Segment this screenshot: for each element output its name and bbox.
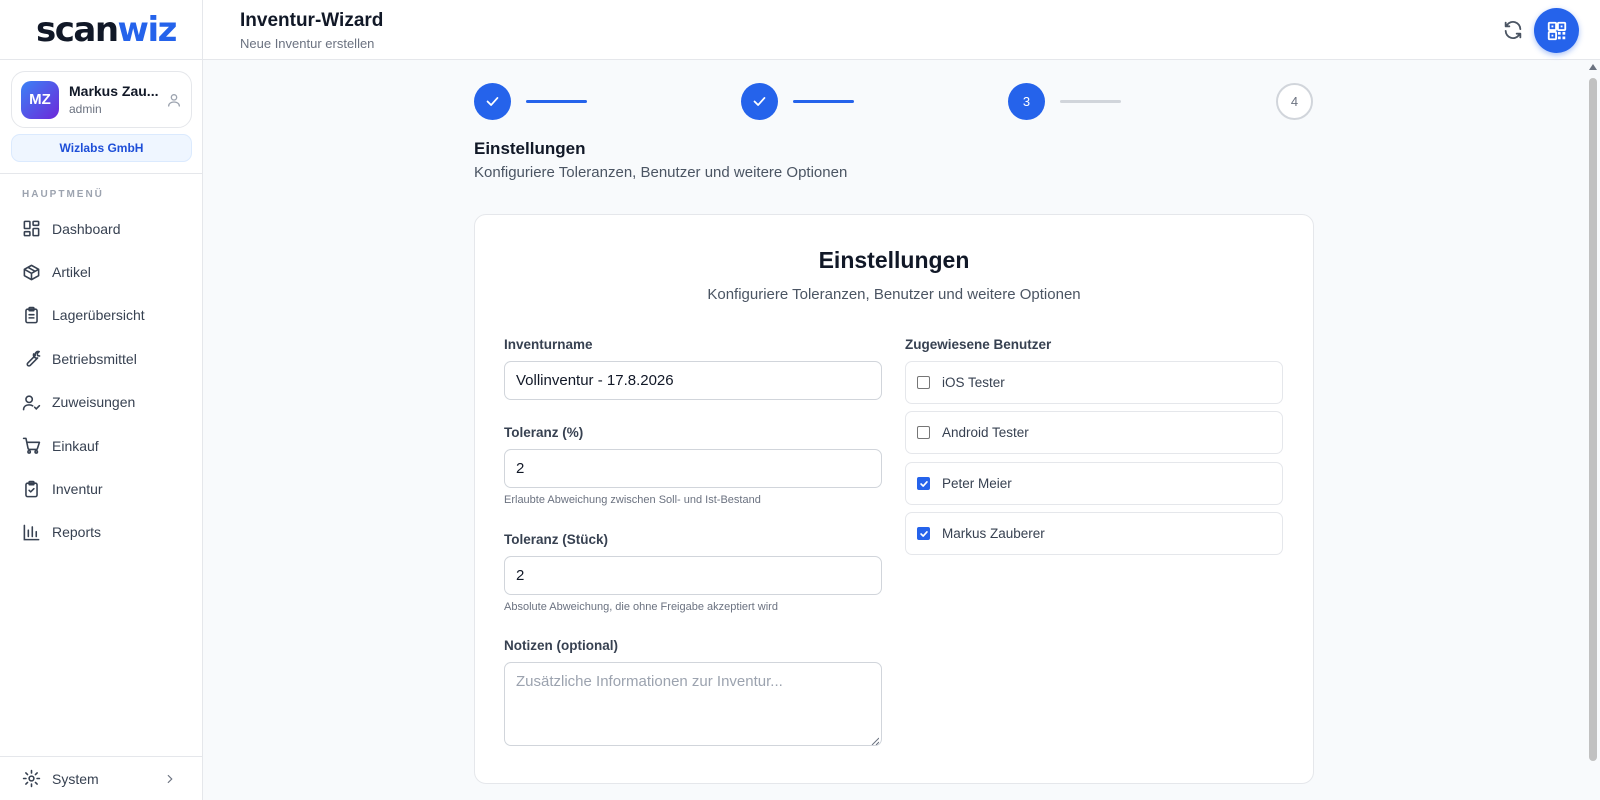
- scroll-up-arrow-icon[interactable]: [1589, 64, 1597, 70]
- qr-code-icon: [1547, 21, 1566, 40]
- section-title: Einstellungen: [474, 139, 586, 158]
- check-icon: [919, 480, 928, 487]
- step-connector: [1060, 100, 1121, 103]
- checkbox-checked[interactable]: [917, 527, 930, 540]
- inventory-name-label: Inventurname: [504, 337, 593, 352]
- user-name: Markus Zau...: [69, 83, 159, 99]
- user-option-label: Peter Meier: [942, 476, 1012, 491]
- sidebar-item-inventur[interactable]: Inventur: [0, 467, 203, 510]
- user-option-label: Markus Zauberer: [942, 526, 1045, 541]
- wrench-icon: [26, 351, 41, 367]
- assigned-users-label: Zugewiesene Benutzer: [905, 337, 1052, 352]
- tolerance-percent-input[interactable]: [504, 449, 882, 488]
- scanwiz-logo[interactable]: scan wiz: [0, 0, 202, 60]
- notes-textarea[interactable]: [504, 662, 882, 746]
- page-scrollbar[interactable]: [1586, 60, 1600, 800]
- sidebar-item-label: Betriebsmittel: [52, 350, 137, 367]
- dashboard-icon: [23, 220, 40, 237]
- sidebar-item-artikel[interactable]: Artikel: [0, 250, 203, 293]
- sidebar-item-label: System: [52, 770, 99, 787]
- box-icon: [23, 264, 40, 280]
- sidebar-item-einkauf[interactable]: Einkauf: [0, 424, 203, 467]
- avatar: MZ: [21, 80, 59, 119]
- sidebar: scan wiz MZ Markus Zau... admin Wizlabs G…: [0, 0, 203, 800]
- clipboard-check-icon: [25, 480, 38, 497]
- card-subtitle: Konfiguriere Toleranzen, Benutzer und we…: [707, 286, 1081, 303]
- tolerance-percent-help: Erlaubte Abweichung zwischen Soll- und I…: [504, 494, 761, 506]
- main-menu-label: HAUPTMENÜ: [22, 189, 104, 200]
- bar-chart-icon: [23, 524, 40, 541]
- tolerance-pieces-help: Absolute Abweichung, die ohne Freigabe a…: [504, 601, 778, 613]
- sidebar-divider: [0, 173, 202, 174]
- step-3-active: 3: [1008, 83, 1045, 120]
- sidebar-item-dashboard[interactable]: Dashboard: [0, 207, 203, 250]
- user-option-markus-zauberer[interactable]: Markus Zauberer: [905, 512, 1283, 555]
- sidebar-item-label: Artikel: [52, 264, 91, 281]
- notes-label: Notizen (optional): [504, 638, 618, 653]
- user-check-icon: [22, 395, 41, 411]
- check-icon: [753, 97, 766, 106]
- step-connector: [793, 100, 854, 103]
- user-option-peter-meier[interactable]: Peter Meier: [905, 462, 1283, 505]
- scrollbar-thumb[interactable]: [1589, 78, 1597, 761]
- step-4-pending: 4: [1276, 83, 1313, 120]
- resize-handle-icon[interactable]: [871, 737, 879, 745]
- user-option-label: iOS Tester: [942, 375, 1005, 390]
- section-subtitle: Konfiguriere Toleranzen, Benutzer und we…: [474, 164, 848, 181]
- logo-text-scan: scan: [36, 9, 119, 50]
- tolerance-pieces-input[interactable]: [504, 556, 882, 595]
- top-header: Inventur-Wizard Neue Inventur erstellen: [203, 0, 1600, 60]
- checkbox[interactable]: [917, 376, 930, 389]
- page-subtitle: Neue Inventur erstellen: [240, 36, 375, 51]
- sidebar-item-label: Lagerübersicht: [52, 307, 145, 324]
- sidebar-item-betriebsmittel[interactable]: Betriebsmittel: [0, 337, 203, 380]
- sidebar-item-zuweisungen[interactable]: Zuweisungen: [0, 381, 203, 424]
- sidebar-item-lageruebersicht[interactable]: Lagerübersicht: [0, 294, 203, 337]
- sidebar-item-label: Zuweisungen: [52, 394, 136, 411]
- checkbox-checked[interactable]: [917, 477, 930, 490]
- step-connector: [526, 100, 587, 103]
- main-nav: Dashboard Artikel Lagerübersicht Betrieb…: [0, 207, 203, 554]
- sidebar-item-label: Einkauf: [52, 437, 99, 454]
- page-title: Inventur-Wizard: [240, 10, 384, 31]
- user-icon: [168, 93, 180, 107]
- sidebar-item-system[interactable]: System: [0, 756, 203, 800]
- sidebar-item-reports[interactable]: Reports: [0, 511, 203, 554]
- refresh-icon[interactable]: [1502, 19, 1524, 41]
- qr-scan-button[interactable]: [1534, 8, 1579, 53]
- gear-icon: [22, 769, 41, 788]
- user-option-android-tester[interactable]: Android Tester: [905, 411, 1283, 454]
- checkbox[interactable]: [917, 426, 930, 439]
- chevron-right-icon: [167, 774, 173, 783]
- logo-text-wiz: wiz: [117, 9, 178, 50]
- tolerance-pieces-label: Toleranz (Stück): [504, 532, 609, 547]
- user-option-label: Android Tester: [942, 425, 1029, 440]
- cart-icon: [22, 437, 41, 454]
- tolerance-percent-label: Toleranz (%): [504, 425, 584, 440]
- user-option-ios-tester[interactable]: iOS Tester: [905, 361, 1283, 404]
- sidebar-item-label: Inventur: [52, 481, 103, 498]
- inventory-name-input[interactable]: [504, 361, 882, 400]
- user-role: admin: [69, 102, 102, 116]
- step-2-completed: [741, 83, 778, 120]
- user-profile-card[interactable]: MZ Markus Zau... admin: [11, 71, 192, 128]
- card-title: Einstellungen: [818, 247, 970, 273]
- step-1-completed: [474, 83, 511, 120]
- sidebar-item-label: Dashboard: [52, 220, 121, 237]
- clipboard-list-icon: [25, 306, 38, 324]
- sidebar-item-label: Reports: [52, 524, 102, 541]
- check-icon: [486, 97, 499, 106]
- check-icon: [919, 530, 928, 537]
- company-badge[interactable]: Wizlabs GmbH: [11, 134, 192, 162]
